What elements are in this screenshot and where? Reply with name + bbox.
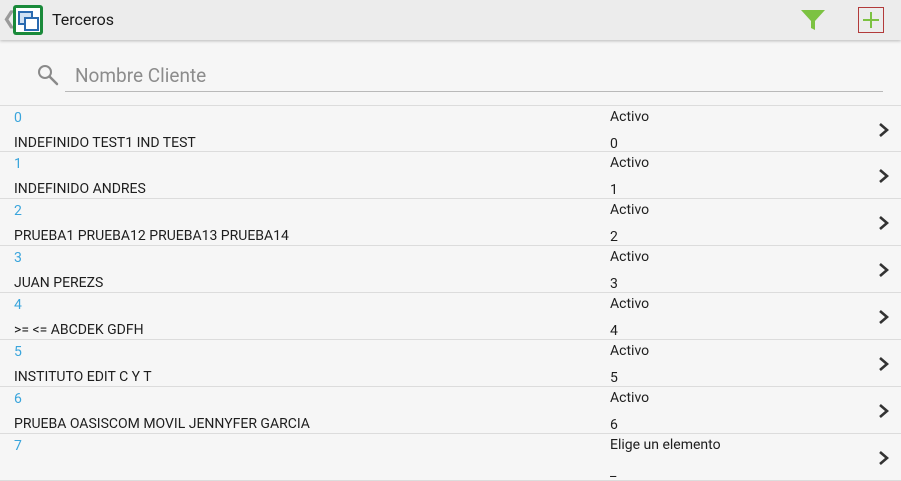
item-status: Activo (610, 296, 650, 312)
page-title: Terceros (52, 10, 115, 29)
list-item[interactable]: 4 >= <= ABCDEK GDFH Activo 4 (0, 293, 901, 340)
list-item[interactable]: 5 INSTITUTO EDIT C Y T Activo 5 (0, 340, 901, 387)
chevron-right-icon (879, 310, 889, 324)
item-code: 0 (14, 110, 22, 126)
item-code: 2 (14, 203, 22, 219)
item-status: Activo (610, 343, 650, 359)
item-value: 6 (610, 417, 618, 433)
plus-icon (863, 12, 879, 28)
app-icon-square-front (24, 17, 39, 31)
list-item[interactable]: 0 INDEFINIDO TEST1 IND TEST Activo 0 (0, 105, 901, 152)
list-item[interactable]: 3 JUAN PEREZS Activo 3 (0, 246, 901, 293)
item-status: Activo (610, 155, 650, 171)
search-icon (38, 65, 59, 86)
list-item[interactable]: 1 INDEFINIDO ANDRES Activo 1 (0, 152, 901, 199)
item-value: _ (610, 464, 617, 480)
item-code: 3 (14, 250, 22, 266)
chevron-right-icon (879, 451, 889, 465)
app-window-icon[interactable] (13, 5, 43, 35)
item-value: 0 (610, 136, 618, 152)
item-name: JUAN PEREZS (14, 275, 104, 291)
item-status: Activo (610, 202, 650, 218)
item-value: 3 (610, 276, 618, 292)
item-status: Activo (610, 249, 650, 265)
item-name: INDEFINIDO ANDRES (14, 181, 146, 197)
item-name: INSTITUTO EDIT C Y T (14, 369, 152, 385)
item-value: 2 (610, 229, 618, 245)
chevron-right-icon (879, 404, 889, 418)
chevron-right-icon (879, 216, 889, 230)
search-input[interactable] (65, 60, 883, 92)
add-tercero-button[interactable] (858, 7, 884, 33)
item-value: 1 (610, 182, 618, 198)
action-bar: ❮ Terceros (0, 0, 901, 40)
search-bar (0, 56, 901, 98)
item-status: Activo (610, 390, 650, 406)
item-code: 5 (14, 344, 22, 360)
item-code: 7 (14, 438, 22, 454)
item-status: Activo (610, 109, 650, 125)
chevron-right-icon (879, 123, 889, 137)
item-code: 6 (14, 391, 22, 407)
item-name: PRUEBA OASISCOM MOVIL JENNYFER GARCIA (14, 416, 310, 432)
item-code: 1 (14, 156, 22, 172)
item-value: 4 (610, 323, 618, 339)
item-name: >= <= ABCDEK GDFH (14, 322, 144, 338)
chevron-right-icon (879, 263, 889, 277)
chevron-right-icon (879, 357, 889, 371)
item-status-select[interactable]: Elige un elemento (610, 436, 721, 454)
item-name: INDEFINIDO TEST1 IND TEST (14, 135, 196, 151)
chevron-right-icon (879, 169, 889, 183)
filter-icon (801, 10, 825, 30)
filter-button[interactable] (799, 8, 827, 32)
terceros-list: 0 INDEFINIDO TEST1 IND TEST Activo 0 1 I… (0, 105, 901, 481)
item-name: PRUEBA1 PRUEBA12 PRUEBA13 PRUEBA14 (14, 228, 289, 244)
list-item[interactable]: 6 PRUEBA OASISCOM MOVIL JENNYFER GARCIA … (0, 387, 901, 434)
list-item[interactable]: 2 PRUEBA1 PRUEBA12 PRUEBA13 PRUEBA14 Act… (0, 199, 901, 246)
item-code: 4 (14, 297, 22, 313)
item-value: 5 (610, 370, 618, 386)
